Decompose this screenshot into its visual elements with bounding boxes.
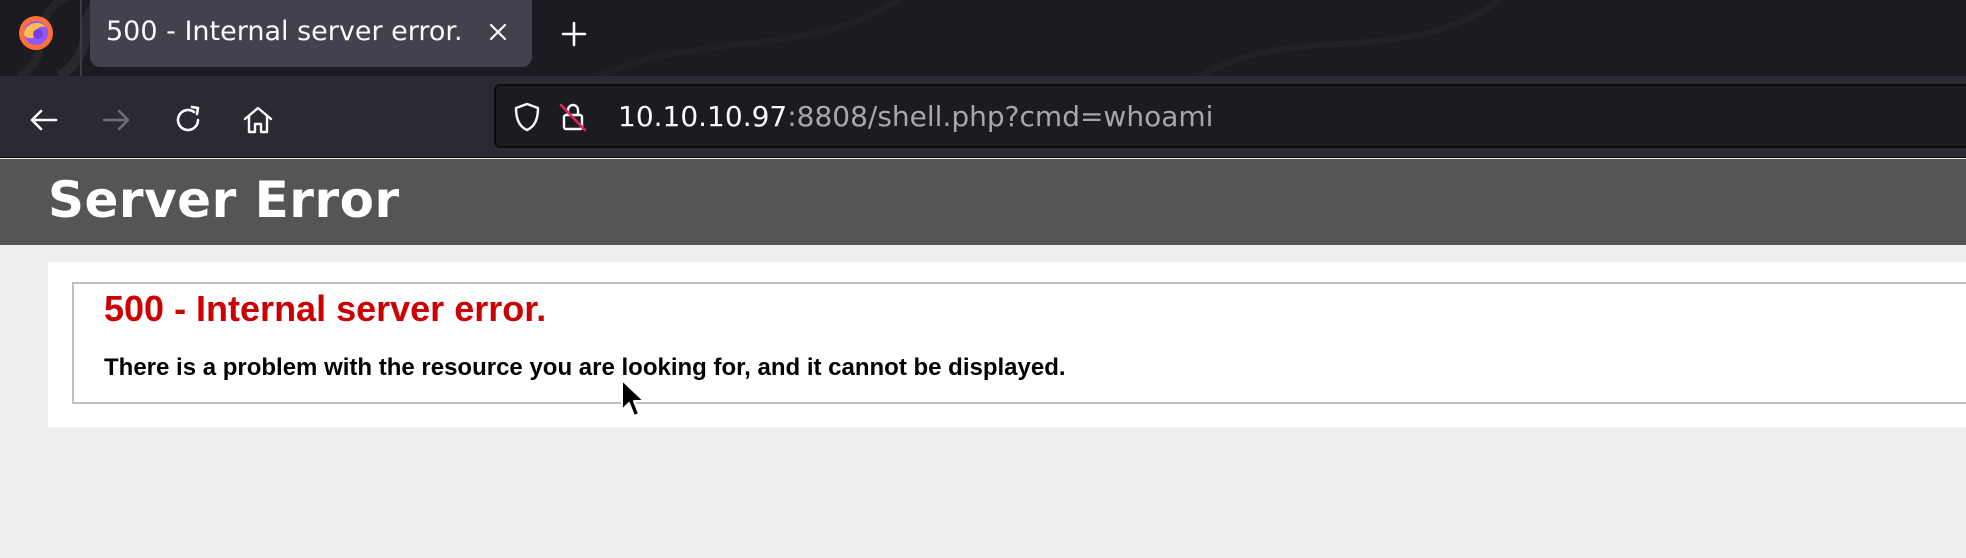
forward-button[interactable] (92, 96, 140, 144)
reload-icon (176, 105, 200, 132)
error-message: There is a problem with the resource you… (104, 354, 1066, 381)
page-header: Server Error (0, 159, 1966, 245)
url-text[interactable]: 10.10.10.97:8808/shell.php?cmd=whoami (618, 100, 1213, 133)
tab-separator (80, 0, 82, 76)
tab-strip: 500 - Internal server error. (0, 0, 1966, 76)
arrow-right-icon (102, 109, 130, 131)
url-path: :8808/shell.php?cmd=whoami (787, 100, 1214, 133)
tab-active[interactable]: 500 - Internal server error. (90, 0, 532, 67)
home-button[interactable] (234, 96, 282, 144)
url-bar[interactable]: 10.10.10.97:8808/shell.php?cmd=whoami (494, 84, 1966, 148)
error-title: 500 - Internal server error. (104, 288, 547, 329)
error-box: 500 - Internal server error. There is a … (72, 282, 1966, 404)
plus-icon[interactable] (556, 16, 592, 52)
arrow-left-icon (30, 109, 58, 131)
close-icon[interactable] (482, 16, 514, 48)
shield-icon[interactable] (510, 100, 544, 134)
mouse-cursor-icon (621, 379, 645, 417)
home-icon (243, 106, 273, 134)
url-host: 10.10.10.97 (618, 100, 788, 133)
insecure-lock-icon[interactable] (556, 100, 590, 134)
reload-button[interactable] (164, 96, 212, 144)
page-title: Server Error (48, 171, 400, 229)
content-area: 500 - Internal server error. There is a … (48, 262, 1966, 427)
back-button[interactable] (20, 96, 68, 144)
tab-title: 500 - Internal server error. (106, 16, 463, 47)
nav-bar: 10.10.10.97:8808/shell.php?cmd=whoami (0, 76, 1966, 158)
firefox-icon[interactable] (16, 13, 56, 53)
